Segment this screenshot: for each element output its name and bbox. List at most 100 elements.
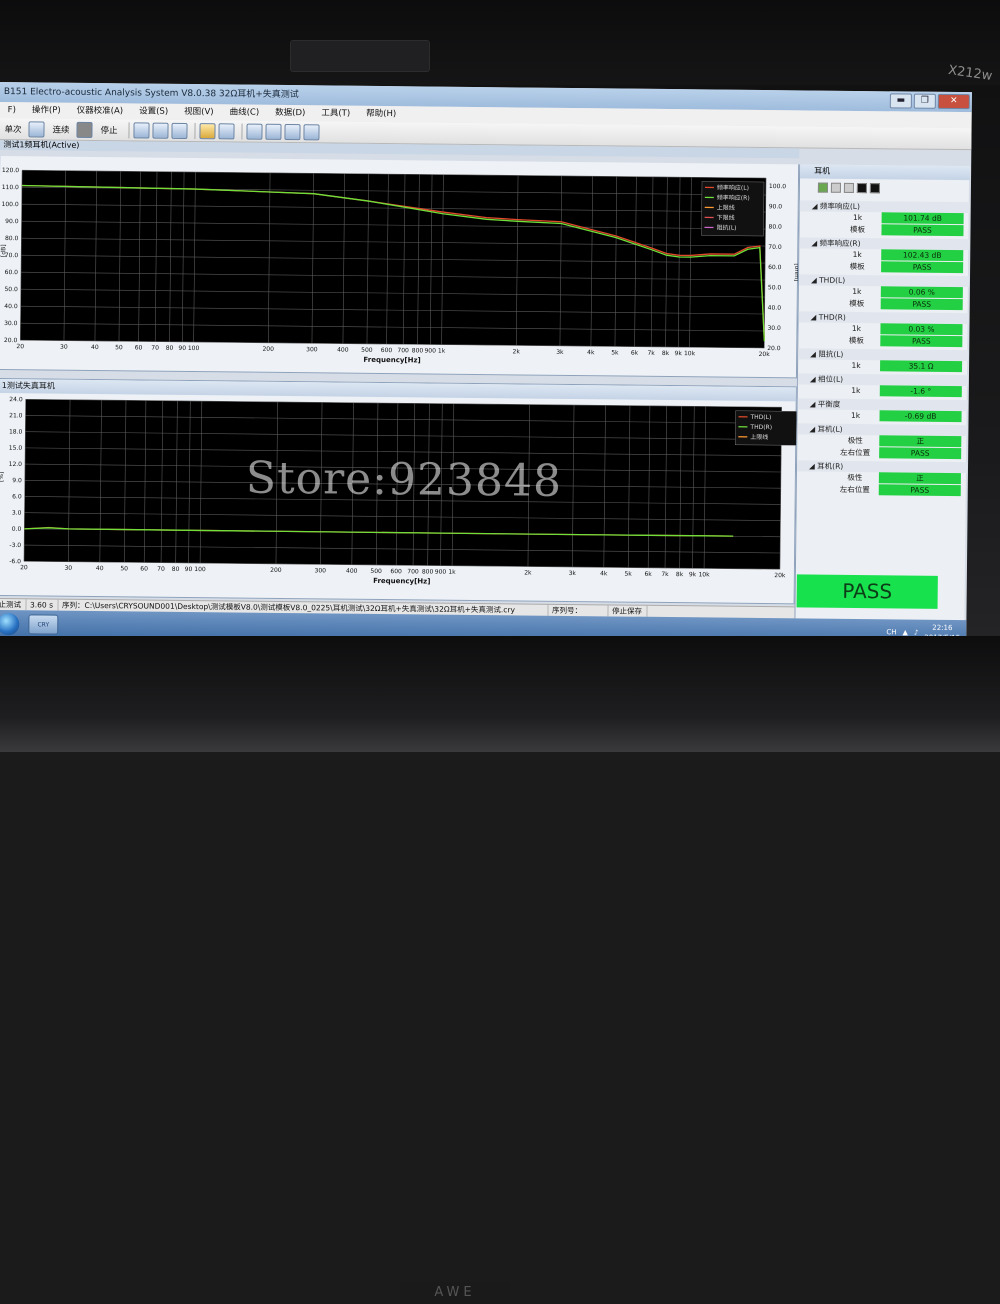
single-test-button[interactable]: 单次 <box>0 119 27 137</box>
x-tick-label: 600 <box>390 568 402 575</box>
x-tick-label: 600 <box>381 347 393 354</box>
result-value: -0.69 dB <box>879 410 961 422</box>
x-tick-label: 5k <box>611 349 619 356</box>
x-tick-label: 4k <box>600 570 608 577</box>
menu-settings[interactable]: 设置(S) <box>131 103 176 119</box>
stop-button[interactable]: 停止 <box>95 121 122 139</box>
result-value: PASS <box>879 447 961 459</box>
settings-icon[interactable] <box>133 122 149 138</box>
menu-data[interactable]: 数据(D) <box>267 105 313 121</box>
legend-label: 频率响应(R) <box>717 194 750 202</box>
menu-curve[interactable]: 曲线(C) <box>222 104 268 120</box>
y-tick-label: 18.0 <box>9 429 23 436</box>
result-row: 模板PASS <box>799 223 969 237</box>
chart-icon[interactable] <box>818 183 828 193</box>
down-arrow-icon[interactable] <box>870 183 880 193</box>
y-right-tick-label: 90.0 <box>769 203 783 210</box>
result-group: ◢ THD(L)1k0.06 %模板PASS <box>799 274 969 311</box>
y-tick-label: 90.0 <box>5 218 19 225</box>
y-right-tick-label: 50.0 <box>768 284 782 291</box>
x-tick-label: 70 <box>151 345 159 352</box>
monitor-logo: AWE <box>400 1282 510 1304</box>
start-button[interactable] <box>0 613 19 635</box>
result-label: 模板 <box>827 298 887 311</box>
x-tick-label: 6k <box>644 571 652 578</box>
x-tick-label: 3k <box>569 570 577 577</box>
y-tick-label: 60.0 <box>5 269 19 276</box>
x-tick-label: 200 <box>270 567 282 574</box>
menu-help[interactable]: 帮助(H) <box>358 106 404 122</box>
screen: B151 Electro-acoustic Analysis System V8… <box>0 82 972 648</box>
x-tick-label: 10k <box>684 350 696 357</box>
x-tick-label: 20 <box>16 343 24 350</box>
y-tick-label: 50.0 <box>4 286 18 293</box>
open-folder-icon[interactable] <box>199 123 215 139</box>
result-value: 101.74 dB <box>882 212 964 224</box>
result-label: 1k <box>827 286 887 299</box>
result-value: 0.06 % <box>881 286 963 298</box>
result-value: PASS <box>879 484 961 496</box>
x-tick-label: 20 <box>20 564 28 571</box>
marker-icon[interactable] <box>171 122 187 138</box>
x-tick-label: 30 <box>64 565 72 572</box>
y-right-tick-label: 40.0 <box>768 305 782 312</box>
legend-label: 上限线 <box>750 433 768 441</box>
y-tick-label: 12.0 <box>9 461 23 468</box>
y-tick-label: -6.0 <box>9 558 21 565</box>
frequency-response-chart[interactable]: 2030405060708090100200300400500600700800… <box>0 156 800 378</box>
x-tick-label: 3k <box>556 349 564 356</box>
menu-operation[interactable]: 操作(P) <box>24 102 69 118</box>
window-title: B151 Electro-acoustic Analysis System V8… <box>4 87 299 100</box>
menu-tools[interactable]: 工具(T) <box>313 105 358 121</box>
overall-result-badge: PASS <box>797 574 938 608</box>
x-tick-label: 500 <box>370 568 382 575</box>
menu-file[interactable]: F) <box>0 102 24 118</box>
result-label: 极性 <box>825 435 885 448</box>
up-arrow-icon[interactable] <box>857 183 867 193</box>
menu-calibration[interactable]: 仪器校准(A) <box>69 103 132 120</box>
y-tick-label: 40.0 <box>4 303 18 310</box>
x-tick-label: 1k <box>438 348 446 355</box>
y-tick-label: 24.0 <box>9 396 23 403</box>
loop-icon[interactable] <box>28 121 44 137</box>
close-button[interactable]: ✕ <box>938 94 970 109</box>
y-tick-label: -3.0 <box>9 542 21 549</box>
minimize-button[interactable]: ▬ <box>890 93 912 108</box>
result-group: ◢ 相位(L)1k-1.6 ° <box>798 373 968 398</box>
y-tick-label: 6.0 <box>12 493 22 500</box>
results-panel-title: 耳机 <box>800 164 970 180</box>
stop-icon[interactable] <box>76 121 92 137</box>
menu-view[interactable]: 视图(V) <box>176 104 222 120</box>
curve-icon[interactable] <box>152 122 168 138</box>
taskbar-app-button[interactable]: CRY <box>28 614 58 634</box>
x-tick-label: 20k <box>774 572 786 579</box>
loop-test-button[interactable]: 连续 <box>47 120 74 138</box>
status-serial-number: 序列号： <box>548 605 608 617</box>
y-tick-label: 120.0 <box>2 167 19 174</box>
result-label: 1k <box>825 410 885 423</box>
tile-vertical-icon[interactable] <box>303 124 319 140</box>
maximize-button[interactable]: ❐ <box>914 94 936 109</box>
x-tick-label: 8k <box>676 571 684 578</box>
tile-horizontal-icon[interactable] <box>284 123 300 139</box>
y-right-tick-label: 70.0 <box>768 244 782 251</box>
remove-icon[interactable] <box>844 183 854 193</box>
result-group: ◢ 频率响应(R)1k102.43 dB模板PASS <box>799 237 969 274</box>
x-tick-label: 9k <box>675 350 683 357</box>
add-window-icon[interactable] <box>246 123 262 139</box>
clock-time: 22:16 <box>924 623 960 633</box>
save-icon[interactable] <box>218 123 234 139</box>
x-tick-label: 90 <box>178 345 186 352</box>
result-group: ◢ 平衡度1k-0.69 dB <box>797 398 967 423</box>
add-icon[interactable] <box>831 183 841 193</box>
monitor-model-label: X212w <box>947 63 993 84</box>
x-tick-label: 800 <box>422 568 434 575</box>
status-mode: 止测试 <box>0 599 26 610</box>
x-tick-label: 400 <box>337 347 349 354</box>
layout-icon[interactable] <box>265 123 281 139</box>
y-right-tick-label: 30.0 <box>767 325 781 332</box>
y-right-tick-label: 80.0 <box>768 224 782 231</box>
monitor-bottom-bezel: AWE <box>0 636 1000 752</box>
result-label: 1k <box>827 249 887 262</box>
result-row: 1k-0.69 dB <box>797 409 967 423</box>
